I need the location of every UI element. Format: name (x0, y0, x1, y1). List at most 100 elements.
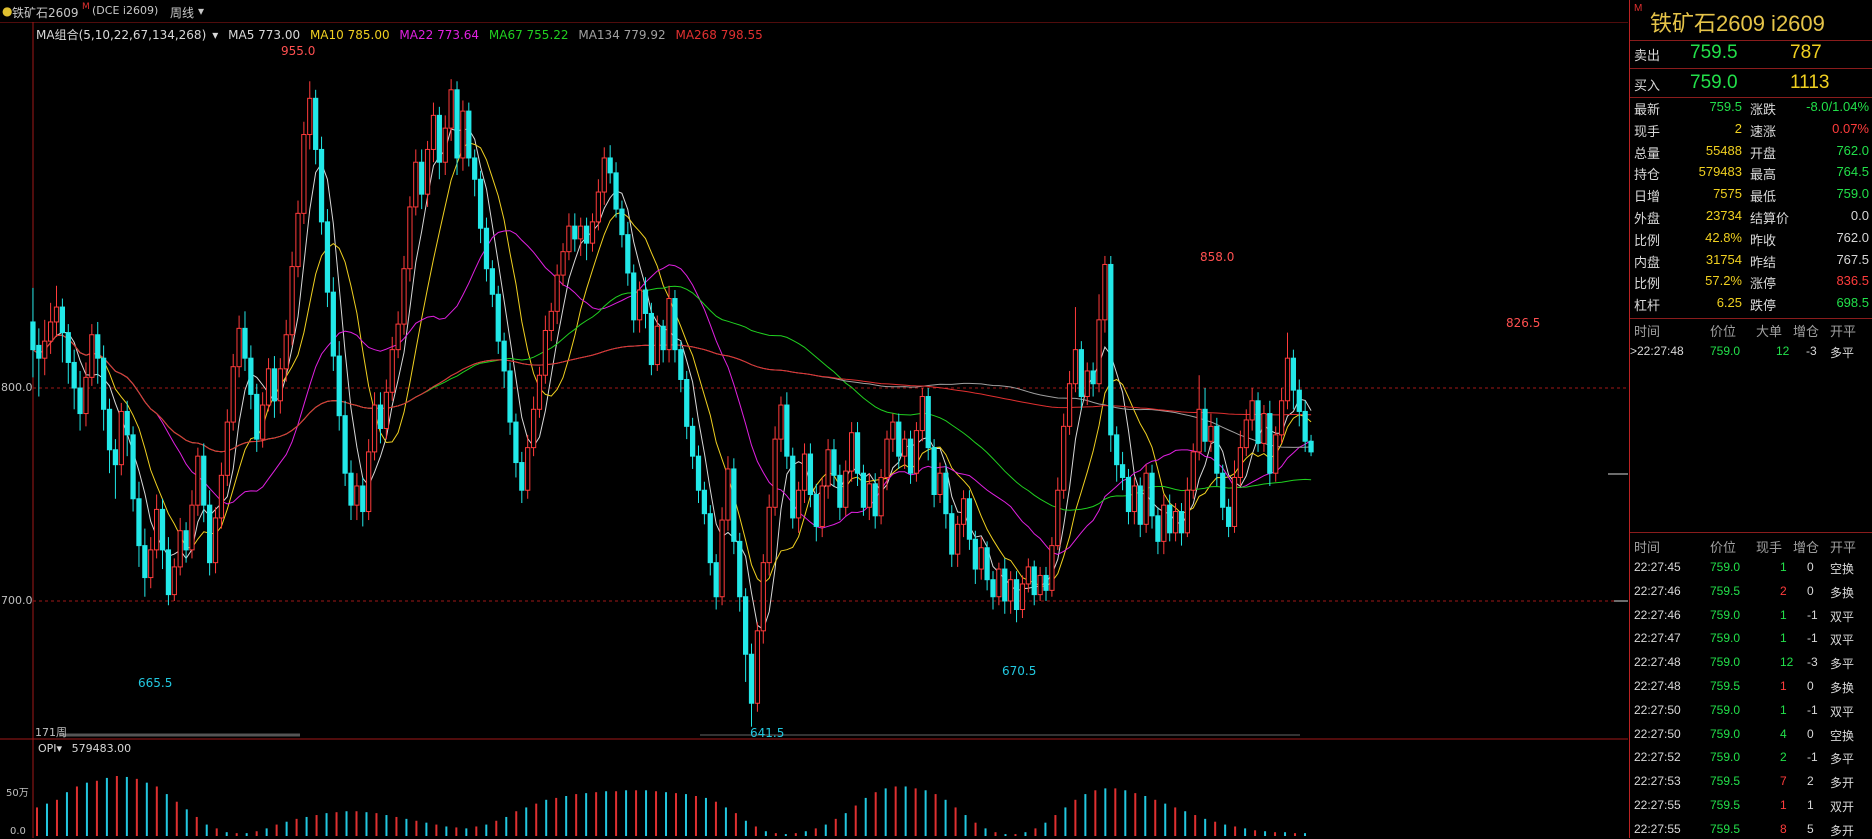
opi-bar (135, 778, 138, 836)
period-count: 171周 (35, 726, 67, 739)
stat-label: 现手 (1634, 123, 1661, 139)
opi-bar (904, 786, 907, 836)
candle-body (878, 476, 884, 517)
candle-body (719, 519, 725, 598)
opi-bar (1194, 815, 1197, 836)
opi-bar (175, 801, 178, 836)
candle-body (972, 538, 978, 570)
candle-body (277, 368, 283, 402)
candle-body (919, 396, 925, 432)
candle-body (77, 387, 83, 415)
candle-body (124, 410, 130, 436)
candle-body (960, 498, 967, 525)
column-header: 开平 (1830, 540, 1857, 555)
opi-bar (894, 786, 897, 836)
tick-cell: 多开 (1830, 776, 1855, 791)
candle-body (313, 97, 319, 150)
sell-price[interactable]: 759.5 (1690, 42, 1738, 64)
opi-bar (85, 782, 88, 836)
candle-body (1037, 574, 1043, 596)
candle-body (525, 447, 531, 491)
buy-price[interactable]: 759.0 (1690, 72, 1738, 94)
candle-body (165, 549, 172, 596)
column-header: 现手 (1756, 540, 1783, 555)
opi-bar (665, 792, 668, 836)
candle-body (195, 455, 201, 506)
opi-bar (265, 828, 268, 836)
high-label: 955.0 (281, 44, 316, 58)
opi-bar (595, 792, 598, 836)
candle-body (230, 366, 236, 423)
candle-body (1243, 419, 1249, 449)
ma10-value: MA10 785.00 (309, 28, 390, 42)
candle-body (743, 596, 749, 655)
period-selector[interactable]: 周线 (170, 4, 194, 21)
chevron-down-icon[interactable]: ▾ (212, 28, 218, 42)
opi-bar (1124, 790, 1127, 836)
opi-bar (75, 786, 78, 836)
opi-bar (1084, 794, 1087, 836)
low-label: 665.5 (138, 676, 173, 690)
candle-body (1255, 400, 1261, 444)
candle-body (1008, 579, 1014, 602)
tick-cell: 多换 (1830, 681, 1855, 695)
tick-cell: 0 (1807, 726, 1814, 741)
tick-cell: 2 (1807, 774, 1814, 789)
candle-body (159, 508, 166, 551)
candle-body (271, 368, 278, 402)
chevron-down-icon[interactable]: ▾ (198, 4, 204, 18)
candle-body (395, 323, 401, 351)
opi-bar (804, 831, 807, 836)
opi-bar (1154, 799, 1157, 836)
opi-bar (1244, 828, 1247, 836)
opi-bar (954, 807, 957, 836)
candle-body (65, 332, 71, 363)
ma-group-label[interactable]: MA组合(5,10,22,67,134,268) (36, 28, 206, 42)
stat-value: 6.25 (1716, 295, 1742, 311)
stat-label: 速涨 (1750, 123, 1777, 139)
tick-cell: 22:27:48 (1634, 679, 1681, 693)
opi-bar (1064, 807, 1067, 836)
candle-body (660, 325, 666, 351)
y-tick-700: 700.0 (1, 594, 33, 607)
opi-bar (694, 796, 697, 836)
column-header: 大单 (1756, 324, 1783, 339)
column-header: 开平 (1830, 324, 1857, 339)
candle-body (666, 298, 672, 351)
candle-body (1149, 472, 1155, 517)
stat-value: 762.0 (1836, 142, 1869, 158)
opi-bar (844, 813, 847, 836)
candle-body (489, 268, 495, 295)
opi-bar (36, 807, 38, 836)
candle-body (566, 225, 572, 253)
candle-body (1249, 400, 1255, 421)
ma22-value: MA22 773.64 (399, 28, 480, 42)
candle-body (183, 530, 189, 551)
candle-body (701, 489, 708, 515)
candlestick-chart[interactable] (0, 0, 1872, 838)
candle-body (201, 455, 207, 506)
opi-bar (994, 832, 997, 836)
instrument-title: 铁矿石2609 (12, 6, 79, 20)
opi-bar (435, 824, 438, 836)
candle-body (672, 298, 678, 351)
tick-cell: 22:27:46 (1634, 607, 1681, 622)
candle-body (1161, 504, 1167, 542)
candle-body (831, 449, 837, 476)
candle-body (737, 540, 743, 598)
opi-bar (1274, 832, 1277, 836)
candle-body (507, 370, 513, 423)
candle-body (966, 498, 973, 540)
candle-body (1072, 349, 1079, 385)
candle-body (1167, 504, 1173, 534)
opi-bar (1214, 821, 1217, 836)
stat-label: 涨停 (1750, 276, 1777, 292)
stat-value: 759.5 (1709, 99, 1742, 114)
chevron-down-icon[interactable]: ▾ (57, 742, 63, 755)
opi-bar (1254, 830, 1257, 836)
opi-title: OPI (38, 742, 57, 755)
tick-cell: 22:27:55 (1634, 821, 1681, 836)
opi-bar (165, 794, 168, 836)
opi-bar (145, 782, 148, 836)
opi-label: OPI▾ 579483.00 (38, 742, 131, 755)
